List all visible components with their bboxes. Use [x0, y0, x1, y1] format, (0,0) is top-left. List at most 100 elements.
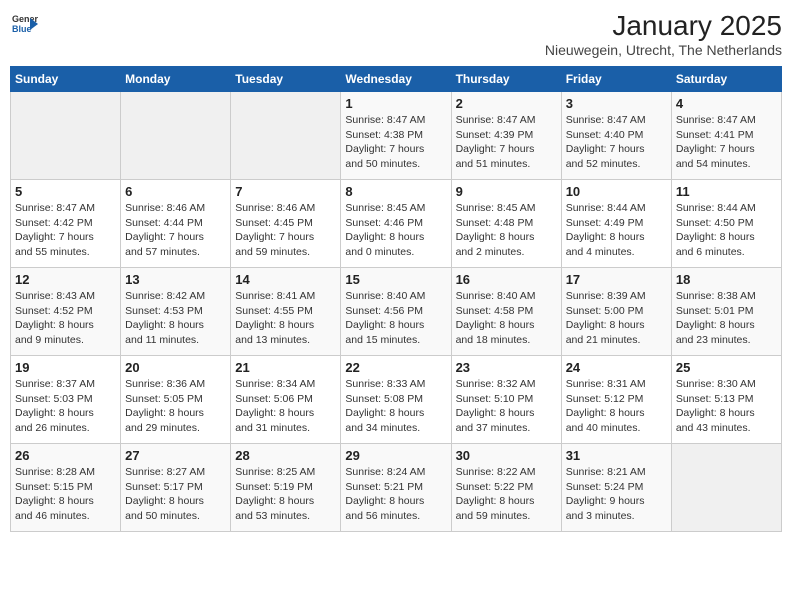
calendar-cell: 28Sunrise: 8:25 AM Sunset: 5:19 PM Dayli…: [231, 444, 341, 532]
day-info: Sunrise: 8:28 AM Sunset: 5:15 PM Dayligh…: [15, 465, 116, 524]
calendar-cell: [121, 92, 231, 180]
day-number: 31: [566, 448, 667, 463]
calendar-cell: 20 Sunrise: 8:36 AM Sunset: 5:05 PM Dayli…: [121, 356, 231, 444]
day-number: 27: [125, 448, 226, 463]
day-info: Sunrise: 8:40 AM Sunset: 4:56 PM Dayligh…: [345, 289, 446, 348]
day-number: 8: [345, 184, 446, 199]
day-number: 5: [15, 184, 116, 199]
weekday-header: Friday: [561, 67, 671, 92]
day-info: Sunrise: 8:44 AM Sunset: 4:49 PM Dayligh…: [566, 201, 667, 260]
weekday-header: Tuesday: [231, 67, 341, 92]
page-subtitle: Nieuwegein, Utrecht, The Netherlands: [545, 42, 782, 58]
calendar-cell: 8 Sunrise: 8:45 AM Sunset: 4:46 PM Daylig…: [341, 180, 451, 268]
day-info: Sunrise: 8:47 AM Sunset: 4:41 PM Dayligh…: [676, 113, 777, 172]
day-number: 13: [125, 272, 226, 287]
calendar-cell: 17Sunrise: 8:39 AM Sunset: 5:00 PM Dayli…: [561, 268, 671, 356]
calendar-cell: 11 Sunrise: 8:44 AM Sunset: 4:50 PM Dayli…: [671, 180, 781, 268]
day-info: Sunrise: 8:46 AM Sunset: 4:45 PM Dayligh…: [235, 201, 336, 260]
day-number: 12: [15, 272, 116, 287]
calendar-week-row: 5 Sunrise: 8:47 AM Sunset: 4:42 PM Daylig…: [11, 180, 782, 268]
calendar-cell: 12 Sunrise: 8:43 AM Sunset: 4:52 PM Dayli…: [11, 268, 121, 356]
day-info: Sunrise: 8:34 AM Sunset: 5:06 PM Dayligh…: [235, 377, 336, 436]
calendar-cell: 6 Sunrise: 8:46 AM Sunset: 4:44 PM Daylig…: [121, 180, 231, 268]
day-number: 23: [456, 360, 557, 375]
calendar-cell: 9 Sunrise: 8:45 AM Sunset: 4:48 PM Daylig…: [451, 180, 561, 268]
day-number: 30: [456, 448, 557, 463]
day-info: Sunrise: 8:47 AM Sunset: 4:40 PM Dayligh…: [566, 113, 667, 172]
day-info: Sunrise: 8:40 AM Sunset: 4:58 PM Dayligh…: [456, 289, 557, 348]
day-info: Sunrise: 8:43 AM Sunset: 4:52 PM Dayligh…: [15, 289, 116, 348]
day-number: 7: [235, 184, 336, 199]
calendar-week-row: 12 Sunrise: 8:43 AM Sunset: 4:52 PM Dayli…: [11, 268, 782, 356]
day-info: Sunrise: 8:31 AM Sunset: 5:12 PM Dayligh…: [566, 377, 667, 436]
day-info: Sunrise: 8:46 AM Sunset: 4:44 PM Dayligh…: [125, 201, 226, 260]
day-number: 19: [15, 360, 116, 375]
day-number: 10: [566, 184, 667, 199]
calendar-cell: 1Sunrise: 8:47 AM Sunset: 4:38 PM Daylig…: [341, 92, 451, 180]
day-number: 3: [566, 96, 667, 111]
day-number: 14: [235, 272, 336, 287]
calendar-cell: 14 Sunrise: 8:41 AM Sunset: 4:55 PM Dayli…: [231, 268, 341, 356]
day-info: Sunrise: 8:33 AM Sunset: 5:08 PM Dayligh…: [345, 377, 446, 436]
day-number: 26: [15, 448, 116, 463]
day-info: Sunrise: 8:42 AM Sunset: 4:53 PM Dayligh…: [125, 289, 226, 348]
day-info: Sunrise: 8:36 AM Sunset: 5:05 PM Dayligh…: [125, 377, 226, 436]
day-number: 4: [676, 96, 777, 111]
calendar-cell: [671, 444, 781, 532]
calendar-week-row: 1Sunrise: 8:47 AM Sunset: 4:38 PM Daylig…: [11, 92, 782, 180]
day-info: Sunrise: 8:45 AM Sunset: 4:46 PM Dayligh…: [345, 201, 446, 260]
weekday-header: Sunday: [11, 67, 121, 92]
day-number: 20: [125, 360, 226, 375]
day-info: Sunrise: 8:47 AM Sunset: 4:42 PM Dayligh…: [15, 201, 116, 260]
logo-icon: General Blue: [10, 10, 38, 38]
day-number: 21: [235, 360, 336, 375]
day-number: 24: [566, 360, 667, 375]
weekday-header-row: SundayMondayTuesdayWednesdayThursdayFrid…: [11, 67, 782, 92]
day-number: 6: [125, 184, 226, 199]
calendar-cell: 27 Sunrise: 8:27 AM Sunset: 5:17 PM Dayli…: [121, 444, 231, 532]
day-number: 25: [676, 360, 777, 375]
calendar-cell: 5 Sunrise: 8:47 AM Sunset: 4:42 PM Daylig…: [11, 180, 121, 268]
calendar-cell: 2Sunrise: 8:47 AM Sunset: 4:39 PM Daylig…: [451, 92, 561, 180]
day-info: Sunrise: 8:30 AM Sunset: 5:13 PM Dayligh…: [676, 377, 777, 436]
day-number: 29: [345, 448, 446, 463]
calendar-cell: 24 Sunrise: 8:31 AM Sunset: 5:12 PM Dayli…: [561, 356, 671, 444]
page-title: January 2025: [545, 10, 782, 42]
day-info: Sunrise: 8:41 AM Sunset: 4:55 PM Dayligh…: [235, 289, 336, 348]
day-info: Sunrise: 8:22 AM Sunset: 5:22 PM Dayligh…: [456, 465, 557, 524]
day-number: 15: [345, 272, 446, 287]
calendar-cell: 21 Sunrise: 8:34 AM Sunset: 5:06 PM Dayli…: [231, 356, 341, 444]
day-info: Sunrise: 8:24 AM Sunset: 5:21 PM Dayligh…: [345, 465, 446, 524]
day-number: 11: [676, 184, 777, 199]
day-number: 2: [456, 96, 557, 111]
day-info: Sunrise: 8:47 AM Sunset: 4:38 PM Dayligh…: [345, 113, 446, 172]
weekday-header: Saturday: [671, 67, 781, 92]
calendar-cell: 23 Sunrise: 8:32 AM Sunset: 5:10 PM Dayli…: [451, 356, 561, 444]
day-info: Sunrise: 8:37 AM Sunset: 5:03 PM Dayligh…: [15, 377, 116, 436]
day-number: 16: [456, 272, 557, 287]
day-info: Sunrise: 8:21 AM Sunset: 5:24 PM Dayligh…: [566, 465, 667, 524]
day-info: Sunrise: 8:44 AM Sunset: 4:50 PM Dayligh…: [676, 201, 777, 260]
day-info: Sunrise: 8:45 AM Sunset: 4:48 PM Dayligh…: [456, 201, 557, 260]
logo: General Blue: [10, 10, 40, 38]
day-info: Sunrise: 8:38 AM Sunset: 5:01 PM Dayligh…: [676, 289, 777, 348]
weekday-header: Thursday: [451, 67, 561, 92]
calendar-cell: 7 Sunrise: 8:46 AM Sunset: 4:45 PM Daylig…: [231, 180, 341, 268]
calendar-cell: 4 Sunrise: 8:47 AM Sunset: 4:41 PM Daylig…: [671, 92, 781, 180]
day-info: Sunrise: 8:27 AM Sunset: 5:17 PM Dayligh…: [125, 465, 226, 524]
day-info: Sunrise: 8:32 AM Sunset: 5:10 PM Dayligh…: [456, 377, 557, 436]
calendar-cell: 15 Sunrise: 8:40 AM Sunset: 4:56 PM Dayli…: [341, 268, 451, 356]
calendar-cell: 16 Sunrise: 8:40 AM Sunset: 4:58 PM Dayli…: [451, 268, 561, 356]
calendar-cell: [231, 92, 341, 180]
day-info: Sunrise: 8:25 AM Sunset: 5:19 PM Dayligh…: [235, 465, 336, 524]
day-number: 18: [676, 272, 777, 287]
title-block: January 2025 Nieuwegein, Utrecht, The Ne…: [545, 10, 782, 58]
calendar-cell: 26 Sunrise: 8:28 AM Sunset: 5:15 PM Dayli…: [11, 444, 121, 532]
calendar-cell: 29 Sunrise: 8:24 AM Sunset: 5:21 PM Dayli…: [341, 444, 451, 532]
svg-text:Blue: Blue: [12, 24, 32, 34]
day-number: 9: [456, 184, 557, 199]
calendar-cell: 22Sunrise: 8:33 AM Sunset: 5:08 PM Dayli…: [341, 356, 451, 444]
weekday-header: Wednesday: [341, 67, 451, 92]
day-info: Sunrise: 8:39 AM Sunset: 5:00 PM Dayligh…: [566, 289, 667, 348]
calendar-table: SundayMondayTuesdayWednesdayThursdayFrid…: [10, 66, 782, 532]
